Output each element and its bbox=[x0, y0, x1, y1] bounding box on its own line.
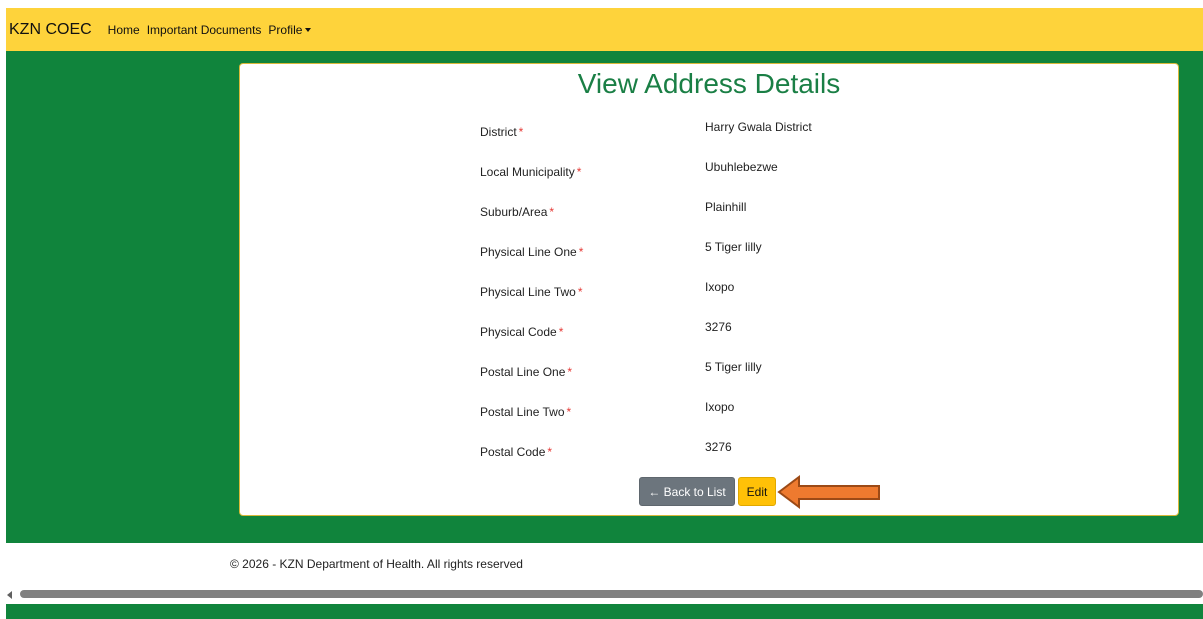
edit-button[interactable]: Edit bbox=[738, 477, 776, 506]
label-postal-line-two: Postal Line Two * bbox=[480, 405, 572, 419]
value-postal-code: 3276 bbox=[705, 440, 732, 454]
required-marker: * bbox=[567, 365, 573, 379]
value-district: Harry Gwala District bbox=[705, 120, 812, 134]
label-postal-line-one: Postal Line One * bbox=[480, 365, 573, 379]
page-title: View Address Details bbox=[577, 68, 841, 99]
brand-link[interactable]: KZN COEC bbox=[9, 21, 92, 39]
nav-important-documents[interactable]: Important Documents bbox=[147, 23, 262, 37]
label-physical-code: Physical Code * bbox=[480, 325, 564, 339]
back-to-list-button[interactable]: ← Back to List bbox=[639, 477, 735, 506]
required-marker: * bbox=[549, 205, 555, 219]
required-marker: * bbox=[576, 165, 582, 179]
annotation-arrow-icon bbox=[777, 475, 880, 509]
required-marker: * bbox=[578, 245, 584, 259]
label-local-municipality: Local Municipality * bbox=[480, 165, 582, 179]
scroll-left-icon[interactable] bbox=[7, 591, 12, 599]
nav-home[interactable]: Home bbox=[108, 23, 140, 37]
required-marker: * bbox=[547, 445, 553, 459]
value-physical-line-one: 5 Tiger lilly bbox=[705, 240, 762, 254]
required-marker: * bbox=[518, 125, 524, 139]
address-details-card: View Address Details District * Harry Gwa… bbox=[239, 63, 1179, 516]
value-suburb-area: Plainhill bbox=[705, 200, 747, 214]
value-postal-line-one: 5 Tiger lilly bbox=[705, 360, 762, 374]
value-physical-line-two: Ixopo bbox=[705, 280, 735, 294]
value-local-municipality: Ubuhlebezwe bbox=[705, 160, 778, 174]
label-suburb-area: Suburb/Area * bbox=[480, 205, 555, 219]
required-marker: * bbox=[566, 405, 572, 419]
value-physical-code: 3276 bbox=[705, 320, 732, 334]
horizontal-scrollbar[interactable] bbox=[0, 588, 1203, 602]
footer-copyright: © 2026 - KZN Department of Health. All r… bbox=[230, 557, 523, 571]
top-strip bbox=[0, 0, 1203, 8]
value-postal-line-two: Ixopo bbox=[705, 400, 735, 414]
required-marker: * bbox=[558, 325, 564, 339]
required-marker: * bbox=[577, 285, 583, 299]
scrollbar-thumb[interactable] bbox=[20, 590, 1203, 598]
label-physical-line-one: Physical Line One * bbox=[480, 245, 584, 259]
bottom-band bbox=[6, 604, 1203, 619]
nav-profile-label: Profile bbox=[268, 22, 303, 37]
caret-down-icon bbox=[305, 28, 312, 33]
label-postal-code: Postal Code * bbox=[480, 445, 553, 459]
label-district: District * bbox=[480, 125, 524, 139]
nav-profile-dropdown[interactable]: Profile bbox=[268, 22, 312, 37]
label-physical-line-two: Physical Line Two * bbox=[480, 285, 583, 299]
navbar: KZN COEC Home Important Documents Profil… bbox=[6, 8, 1203, 51]
